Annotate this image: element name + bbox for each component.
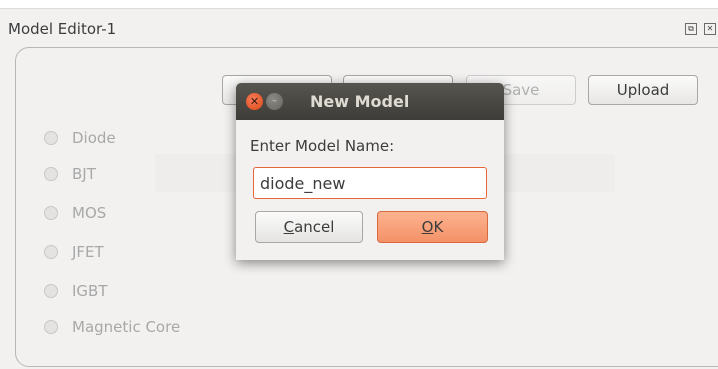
model-name-input[interactable]: [253, 167, 487, 199]
radio-label: BJT: [72, 165, 96, 183]
dialog-title: New Model: [310, 92, 410, 111]
upload-button[interactable]: Upload: [588, 75, 698, 105]
new-model-dialog: ✕ – New Model Enter Model Name: Cancel O…: [236, 83, 504, 260]
radio-button[interactable]: [44, 131, 58, 145]
radio-button[interactable]: [44, 167, 58, 181]
minimize-icon[interactable]: –: [266, 93, 283, 110]
top-strip: [0, 0, 718, 9]
radio-label: JFET: [72, 243, 104, 261]
radio-label: MOS: [72, 204, 107, 222]
ok-button[interactable]: OK: [377, 211, 488, 243]
radio-label: Diode: [72, 129, 116, 147]
ok-mnemonic: O: [421, 218, 434, 236]
float-panel-icon[interactable]: ⧉: [685, 23, 697, 35]
radio-button[interactable]: [44, 206, 58, 220]
close-icon[interactable]: ✕: [246, 93, 263, 110]
cancel-mnemonic: C: [283, 218, 295, 236]
cancel-button[interactable]: Cancel: [255, 211, 363, 243]
radio-label: Magnetic Core: [72, 318, 181, 336]
radio-button[interactable]: [44, 284, 58, 298]
panel-title: Model Editor-1: [8, 20, 117, 38]
save-button-label: Save: [502, 81, 540, 99]
dialog-titlebar[interactable]: ✕ – New Model: [236, 83, 504, 120]
upload-button-label: Upload: [616, 81, 670, 99]
close-panel-icon[interactable]: ✕: [704, 23, 716, 35]
ok-label-rest: K: [433, 218, 444, 236]
radio-button[interactable]: [44, 320, 58, 334]
cancel-label-rest: ancel: [294, 218, 335, 236]
radio-button[interactable]: [44, 245, 58, 259]
radio-label: IGBT: [72, 282, 108, 300]
model-name-prompt: Enter Model Name:: [250, 137, 395, 155]
